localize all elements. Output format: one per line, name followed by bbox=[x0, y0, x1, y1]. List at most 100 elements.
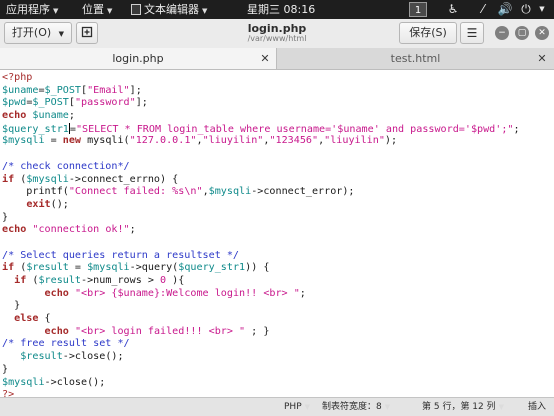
close-tab-icon[interactable]: ✕ bbox=[258, 48, 272, 69]
code-token: "liuyilin" bbox=[202, 135, 264, 147]
code-line[interactable]: /* Select queries return a resultset */ bbox=[2, 250, 520, 263]
minimize-icon[interactable]: − bbox=[495, 26, 509, 40]
chevron-down-icon: ▼ bbox=[107, 7, 113, 15]
chevron-down-icon[interactable]: ▼ bbox=[534, 2, 550, 17]
code-token: mysqli( bbox=[81, 135, 130, 147]
insert-mode: 插入 bbox=[528, 398, 546, 416]
code-token: new bbox=[62, 135, 82, 147]
code-token: $result bbox=[38, 275, 82, 286]
code-line[interactable] bbox=[2, 237, 520, 250]
code-line[interactable]: <?php bbox=[2, 72, 520, 85]
code-token: if bbox=[14, 275, 27, 286]
code-line[interactable] bbox=[2, 148, 520, 161]
code-line[interactable]: if ($result->num_rows > 0 ){ bbox=[2, 275, 520, 288]
code-token: /* Select queries return a resultset */ bbox=[2, 249, 240, 261]
code-line[interactable]: echo "connection ok!"; bbox=[2, 224, 520, 237]
accessibility-icon[interactable]: ♿ bbox=[445, 2, 461, 17]
code-token: $mysqli bbox=[2, 135, 45, 147]
workspace-indicator[interactable]: 1 bbox=[409, 2, 427, 17]
code-line[interactable]: echo "<br> {$uname}:Welcome login!! <br>… bbox=[2, 288, 520, 301]
code-line[interactable]: echo "<br> login failed!!! <br> " ; } bbox=[2, 326, 520, 339]
code-line[interactable]: ?> bbox=[2, 389, 520, 397]
code-token: ]; bbox=[135, 97, 148, 109]
network-icon[interactable]: ⁄ bbox=[475, 2, 491, 17]
new-document-button[interactable] bbox=[76, 22, 98, 44]
code-token: $uname bbox=[32, 110, 69, 122]
chevron-down-icon: ▼ bbox=[58, 30, 65, 38]
code-token: ; bbox=[129, 224, 136, 236]
volume-icon[interactable]: 🔊 bbox=[497, 2, 513, 17]
save-button-label: 保存(S) bbox=[409, 26, 447, 39]
text-editor-menu[interactable]: 文本编辑器 ▼ bbox=[131, 0, 207, 19]
code-token: ( bbox=[26, 275, 39, 286]
close-icon[interactable]: ✕ bbox=[535, 26, 549, 40]
code-token: else bbox=[14, 313, 39, 325]
code-token: echo bbox=[44, 287, 69, 299]
code-token: } bbox=[2, 363, 9, 375]
chevron-down-icon: ▼ bbox=[53, 7, 59, 15]
code-line[interactable]: $query_str1="SELECT * FROM login_table w… bbox=[2, 122, 520, 136]
tab-login-php[interactable]: login.php bbox=[0, 48, 277, 69]
clock[interactable]: 星期三 08:16 bbox=[247, 0, 315, 19]
code-editor[interactable]: <?php $uname=$_POST["Email"]; $pwd=$_POST[… bbox=[0, 70, 554, 397]
code-line[interactable]: if ($result = $mysqli->query($query_str1… bbox=[2, 262, 520, 275]
places-menu[interactable]: 位置 ▼ bbox=[82, 0, 112, 19]
code-token: "<br> login failed!!! <br> " bbox=[74, 325, 246, 337]
code-token: $uname bbox=[2, 84, 39, 96]
applications-menu[interactable]: 应用程序 ▼ bbox=[6, 0, 58, 19]
code-line[interactable]: $result->close(); bbox=[2, 351, 520, 364]
code-line[interactable]: } bbox=[2, 212, 520, 225]
language-selector[interactable]: PHP ▼ bbox=[284, 398, 310, 416]
code-line[interactable]: $mysqli = new mysqli("127.0.0.1","liuyil… bbox=[2, 135, 520, 148]
code-token: <?php bbox=[2, 72, 33, 83]
code-token: $query_str1 bbox=[178, 262, 246, 274]
code-token: ?> bbox=[2, 389, 15, 397]
code-line[interactable]: $pwd=$_POST["password"]; bbox=[2, 97, 520, 110]
code-token: ; } bbox=[245, 325, 270, 337]
tab-width-label: 制表符宽度：8 bbox=[322, 402, 382, 412]
document-tabs: login.php ✕ test.html ✕ bbox=[0, 48, 554, 70]
tab-width-selector[interactable]: 制表符宽度：8 ▼ bbox=[322, 398, 390, 416]
insert-mode-label: 插入 bbox=[528, 402, 547, 412]
code-line[interactable]: echo $uname; bbox=[2, 110, 520, 123]
close-tab-icon[interactable]: ✕ bbox=[535, 48, 549, 69]
code-line[interactable]: } bbox=[2, 300, 520, 313]
code-line[interactable]: /* free result set */ bbox=[2, 338, 520, 351]
code-line[interactable]: printf("Connect failed: %s\n",$mysqli->c… bbox=[2, 186, 520, 199]
code-line[interactable]: if ($mysqli->connect_errno) { bbox=[2, 174, 520, 187]
workspace-number: 1 bbox=[414, 5, 422, 16]
power-icon[interactable]: ⏻ bbox=[518, 2, 534, 17]
code-token: $mysqli bbox=[26, 173, 69, 185]
cursor-position[interactable]: 第 5 行，第 12 列 ▼ bbox=[422, 398, 504, 416]
new-document-icon bbox=[81, 26, 93, 38]
code-text[interactable]: <?php $uname=$_POST["Email"]; $pwd=$_POST[… bbox=[2, 72, 520, 397]
maximize-icon[interactable]: ▢ bbox=[515, 26, 529, 40]
code-token: "SELECT * FROM login_table where usernam… bbox=[75, 123, 514, 135]
code-token: ->close(); bbox=[44, 376, 106, 388]
code-token: (); bbox=[50, 198, 69, 210]
save-button[interactable]: 保存(S) bbox=[399, 22, 457, 44]
code-line[interactable]: /* check connection*/ bbox=[2, 161, 520, 174]
text-editor-menu-label: 文本编辑器 bbox=[144, 3, 199, 16]
tab-test-html[interactable]: test.html bbox=[277, 48, 554, 69]
code-token: echo bbox=[2, 224, 27, 236]
code-token: $mysqli bbox=[87, 262, 130, 274]
chevron-down-icon: ▼ bbox=[498, 403, 505, 411]
code-token: $_POST bbox=[32, 97, 69, 109]
hamburger-menu-button[interactable]: ☰ bbox=[460, 22, 484, 44]
code-line[interactable]: $mysqli->close(); bbox=[2, 377, 520, 390]
open-button[interactable]: 打开(O) ▼ bbox=[4, 22, 72, 44]
status-bar: PHP ▼ 制表符宽度：8 ▼ 第 5 行，第 12 列 ▼ 插入 bbox=[0, 397, 554, 416]
code-token: "Email" bbox=[87, 84, 130, 96]
code-line[interactable]: else { bbox=[2, 313, 520, 326]
code-token: /* free result set */ bbox=[2, 338, 130, 350]
code-token: } bbox=[2, 211, 9, 223]
code-token: if bbox=[2, 173, 15, 185]
code-token: "123456" bbox=[269, 135, 319, 147]
code-line[interactable]: } bbox=[2, 364, 520, 377]
code-line[interactable]: exit(); bbox=[2, 199, 520, 212]
code-line[interactable]: $uname=$_POST["Email"]; bbox=[2, 85, 520, 98]
code-token: $_POST bbox=[44, 84, 82, 96]
code-token: ; bbox=[513, 123, 520, 135]
